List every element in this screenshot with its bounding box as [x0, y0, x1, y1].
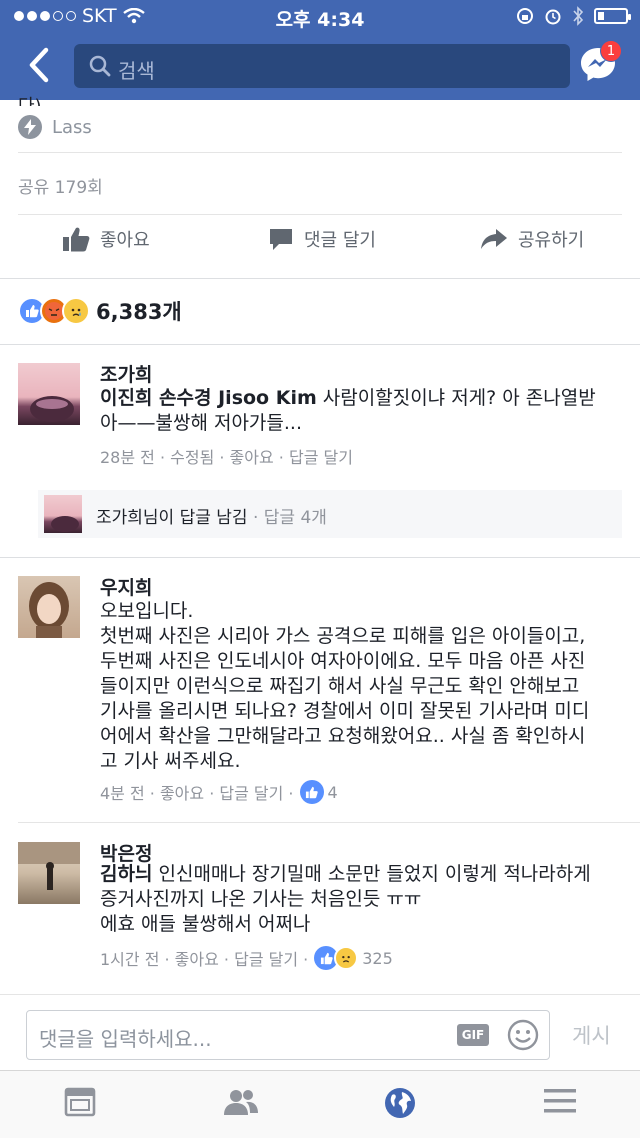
comment-text: 오보입니다. 첫번째 사진은 시리아 가스 공격으로 피해를 입은 아이들이고,… — [100, 599, 630, 774]
comment-placeholder: 댓글을 입력하세요... — [39, 1027, 212, 1051]
divider — [18, 152, 622, 153]
comment-line: 어에서 확산을 그만해달라고 요청해왔어요.. 사실 좀 확인하시 — [100, 725, 586, 747]
comment-reaction-count[interactable]: 4 — [328, 783, 338, 802]
share-count[interactable]: 공유 179회 — [18, 173, 103, 198]
status-bar: SKT 오후 4:34 — [0, 0, 640, 34]
thumbs-up-icon — [63, 227, 90, 252]
comment-meta: 1시간 전 · 좋아요 · 답글 달기 · 325 — [100, 946, 393, 970]
sad-reaction-icon — [334, 946, 359, 970]
comment-line: 기사를 올리시면 되나요? 경찰에서 이미 잘못된 기사라며 미디 — [100, 700, 590, 722]
comment-line: 사람이할짓이냐 저게? 아 존나열받 — [316, 387, 596, 409]
comment-line: 에효 애들 불쌍해서 어쩌나 — [100, 913, 311, 935]
reply-author: 조가희 — [96, 508, 143, 528]
avatar[interactable] — [18, 842, 80, 904]
comment-line: 아——불쌍해 저아가들... — [100, 412, 302, 434]
divider — [0, 344, 640, 345]
news-feed-icon[interactable] — [64, 1087, 96, 1117]
commenter-name[interactable]: 조가희 — [100, 360, 152, 387]
reply-label: 님이 답글 남김 — [142, 508, 248, 528]
emoji-icon[interactable] — [507, 1019, 539, 1051]
gif-button[interactable]: GIF — [457, 1024, 489, 1046]
comment-text: 이진희 손수경 Jisoo Kim 사람이할짓이냐 저게? 아 존나열받 아——… — [100, 386, 630, 436]
comment-input[interactable]: 댓글을 입력하세요... GIF — [26, 1010, 550, 1060]
like-label: 좋아요 — [100, 230, 150, 251]
commenter-name[interactable]: 우지희 — [100, 573, 152, 600]
tagged-names[interactable]: 김하늬 — [100, 863, 152, 885]
notification-badge: 1 — [600, 40, 622, 62]
post-source[interactable]: Lass — [18, 115, 92, 139]
top-bar: SKT 오후 4:34 검색 1 — [0, 0, 640, 100]
battery-icon — [594, 8, 631, 24]
comment-line: 들이지만 이런식으로 짜집기 해서 사실 무근도 확인 안해보고 — [100, 675, 580, 697]
avatar[interactable] — [18, 576, 80, 638]
source-name: Lass — [52, 116, 92, 138]
back-arrow-icon[interactable] — [24, 44, 54, 86]
post-actions: 좋아요 댓글 달기 공유하기 — [0, 226, 640, 270]
comment-meta: 4분 전 · 좋아요 · 답글 달기 · 4 — [100, 780, 338, 804]
divider — [18, 214, 622, 215]
comment-button[interactable]: 댓글 달기 — [268, 226, 376, 252]
tab-bar — [0, 1070, 640, 1138]
like-button[interactable]: 좋아요 — [62, 226, 150, 252]
avatar — [44, 495, 82, 533]
divider — [0, 994, 640, 995]
search-placeholder: 검색 — [118, 59, 155, 83]
reply-summary[interactable]: 조가희님이 답글 남김 · 답글 4개 — [38, 490, 622, 538]
avatar[interactable] — [18, 363, 80, 425]
comment-text: 김하늬 인신매매나 장기밀매 소문만 들었지 이렇게 적나라하게 증거사진까지 … — [100, 862, 630, 937]
rotation-lock-icon — [517, 8, 533, 24]
share-button[interactable]: 공유하기 — [480, 226, 584, 252]
like-reaction-icon — [299, 780, 324, 804]
post-comment-button[interactable]: 게시 — [572, 1020, 611, 1050]
divider — [0, 557, 640, 558]
notifications-globe-icon[interactable] — [384, 1087, 416, 1119]
reply-text: 조가희님이 답글 남김 · 답글 4개 — [96, 503, 327, 528]
search-input[interactable]: 검색 — [74, 44, 570, 88]
comment-reaction-count[interactable]: 325 — [362, 949, 393, 968]
alarm-icon — [545, 9, 561, 25]
reply-count: · 답글 4개 — [247, 508, 327, 528]
share-label: 공유하기 — [518, 230, 585, 251]
reaction-summary[interactable]: 6,383개 — [18, 296, 182, 326]
friends-icon[interactable] — [222, 1087, 260, 1117]
comment-label: 댓글 달기 — [304, 230, 376, 251]
comment-line: 고 기사 써주세요. — [100, 750, 241, 772]
search-icon — [89, 55, 111, 77]
comment-line: 오보입니다. — [100, 600, 194, 622]
comment-meta[interactable]: 28분 전 · 수정됨 · 좋아요 · 답글 달기 — [100, 444, 353, 468]
post-text-cut: 다) — [18, 92, 42, 106]
comment-meta-text[interactable]: 4분 전 · 좋아요 · 답글 달기 · — [100, 780, 294, 804]
divider — [18, 822, 640, 823]
bolt-icon — [18, 115, 42, 139]
comment-line: 증거사진까지 나온 기사는 처음인듯 ㅠㅠ — [100, 888, 422, 910]
menu-icon[interactable] — [544, 1087, 576, 1115]
share-arrow-icon — [481, 229, 507, 249]
comment-line: 첫번째 사진은 시리아 가스 공격으로 피해를 입은 아이들이고, — [100, 625, 586, 647]
reaction-count: 6,383개 — [96, 300, 182, 324]
comment-meta-text[interactable]: 1시간 전 · 좋아요 · 답글 달기 · — [100, 946, 308, 970]
comment-line: 인신매매나 장기밀매 소문만 들었지 이렇게 적나라하게 — [152, 863, 591, 885]
sad-reaction-icon — [62, 297, 90, 325]
comment-bubble-icon — [270, 229, 292, 250]
comment-line: 두번째 사진은 인도네시아 여자아이에요. 모두 마음 아픈 사진 — [100, 650, 586, 672]
tagged-names[interactable]: 이진희 손수경 Jisoo Kim — [100, 387, 317, 409]
divider — [0, 278, 640, 279]
bluetooth-icon — [573, 6, 584, 26]
